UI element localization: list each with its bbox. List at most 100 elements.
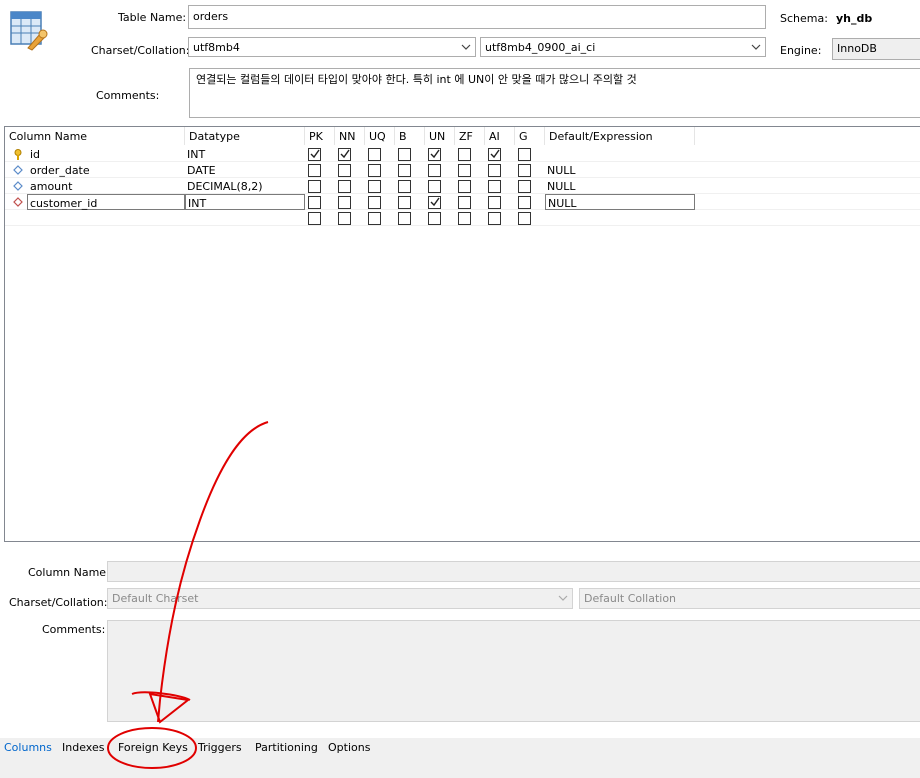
checkbox-zf[interactable]	[458, 196, 471, 209]
grid-header-cell[interactable]: Column Name	[5, 127, 185, 145]
checkbox-zf[interactable]	[458, 212, 471, 225]
checkbox-nn[interactable]	[338, 212, 351, 225]
checkbox-nn[interactable]	[338, 148, 351, 161]
default-expression-cell[interactable]: NULL	[545, 162, 695, 178]
checkbox-g[interactable]	[518, 196, 531, 209]
comments-textarea[interactable]: 연결되는 컬럼들의 데이터 타입이 맞아야 한다. 특히 int 에 UN이 안…	[189, 68, 920, 118]
table-row[interactable]: amount DECIMAL(8,2) NULL	[5, 178, 920, 194]
datatype-cell[interactable]: DECIMAL(8,2)	[185, 178, 305, 194]
tab-options[interactable]: Options	[328, 741, 370, 754]
tab-partitioning[interactable]: Partitioning	[255, 741, 318, 754]
checkbox-pk[interactable]	[308, 180, 321, 193]
datatype-cell[interactable]: INT	[185, 194, 305, 210]
checkbox-pk[interactable]	[308, 164, 321, 177]
grid-header-cell[interactable]: Default/Expression	[545, 127, 695, 145]
tab-foreign-keys[interactable]: Foreign Keys	[118, 741, 188, 754]
column-name-cell[interactable]: customer_id	[27, 194, 185, 210]
checkbox-ai[interactable]	[488, 180, 501, 193]
grid-header-cell[interactable]: UN	[425, 127, 455, 145]
detail-collation-value: Default Collation	[584, 592, 677, 605]
checkbox-nn[interactable]	[338, 180, 351, 193]
column-name-cell[interactable]	[27, 210, 183, 226]
checkbox-pk[interactable]	[308, 148, 321, 161]
tab-columns[interactable]: Columns	[4, 741, 52, 754]
tab-triggers[interactable]: Triggers	[198, 741, 242, 754]
datatype-cell[interactable]: DATE	[185, 162, 305, 178]
collation-select[interactable]: utf8mb4_0900_ai_ci	[480, 37, 766, 57]
checkbox-nn[interactable]	[338, 164, 351, 177]
column-name-cell[interactable]: id	[27, 146, 183, 162]
detail-collation-select[interactable]: Default Collation	[579, 588, 920, 609]
checkbox-pk[interactable]	[308, 212, 321, 225]
checkbox-b[interactable]	[398, 180, 411, 193]
checkbox-g[interactable]	[518, 148, 531, 161]
diamond-red-icon	[13, 197, 23, 210]
checkmark-icon	[340, 149, 350, 159]
checkbox-pk[interactable]	[308, 196, 321, 209]
table-row[interactable]: order_date DATE NULL	[5, 162, 920, 178]
grid-header-cell[interactable]: UQ	[365, 127, 395, 145]
checkbox-ai[interactable]	[488, 196, 501, 209]
checkbox-b[interactable]	[398, 212, 411, 225]
chevron-down-icon	[461, 44, 471, 50]
checkbox-zf[interactable]	[458, 180, 471, 193]
checkbox-uq[interactable]	[368, 196, 381, 209]
grid-header-cell[interactable]: PK	[305, 127, 335, 145]
checkmark-icon	[430, 197, 440, 207]
checkmark-icon	[310, 149, 320, 159]
datatype-cell[interactable]: INT	[185, 146, 305, 162]
grid-header-cell[interactable]: NN	[335, 127, 365, 145]
checkbox-b[interactable]	[398, 164, 411, 177]
checkbox-uq[interactable]	[368, 180, 381, 193]
checkbox-g[interactable]	[518, 212, 531, 225]
checkbox-un[interactable]	[428, 212, 441, 225]
grid-header-cell[interactable]: AI	[485, 127, 515, 145]
checkbox-ai[interactable]	[488, 148, 501, 161]
checkbox-uq[interactable]	[368, 164, 381, 177]
checkbox-b[interactable]	[398, 148, 411, 161]
grid-header-cell[interactable]: B	[395, 127, 425, 145]
detail-charset-select[interactable]: Default Charset	[107, 588, 573, 609]
checkbox-g[interactable]	[518, 164, 531, 177]
engine-select[interactable]: InnoDB	[832, 38, 920, 60]
schema-value: yh_db	[836, 12, 873, 25]
default-expression-cell[interactable]: NULL	[545, 194, 695, 210]
detail-comments-textarea[interactable]	[107, 620, 920, 722]
comments-label: Comments:	[96, 89, 160, 102]
checkbox-uq[interactable]	[368, 212, 381, 225]
checkbox-un[interactable]	[428, 180, 441, 193]
collation-select-value: utf8mb4_0900_ai_ci	[485, 41, 596, 54]
checkbox-nn[interactable]	[338, 196, 351, 209]
table-row[interactable]: id INT	[5, 146, 920, 162]
bottom-tab-bar: Columns Indexes Foreign Keys Triggers Pa…	[0, 738, 920, 778]
chevron-down-icon	[558, 595, 568, 601]
column-name-cell[interactable]: order_date	[27, 162, 183, 178]
default-expression-cell[interactable]	[545, 146, 695, 162]
grid-header-cell[interactable]: G	[515, 127, 545, 145]
charset-select[interactable]: utf8mb4	[188, 37, 476, 57]
columns-grid[interactable]: Column Name Datatype PK NN UQ B UN ZF AI G Default…	[4, 126, 920, 542]
table-row[interactable]: customer_id INT NULL	[5, 194, 920, 210]
charset-select-value: utf8mb4	[193, 41, 240, 54]
checkbox-zf[interactable]	[458, 164, 471, 177]
checkbox-ai[interactable]	[488, 164, 501, 177]
checkbox-ai[interactable]	[488, 212, 501, 225]
checkbox-zf[interactable]	[458, 148, 471, 161]
checkbox-g[interactable]	[518, 180, 531, 193]
tab-indexes[interactable]: Indexes	[62, 741, 104, 754]
grid-header-cell[interactable]: ZF	[455, 127, 485, 145]
checkmark-icon	[430, 149, 440, 159]
default-expression-cell[interactable]	[545, 210, 695, 226]
default-expression-cell[interactable]: NULL	[545, 178, 695, 194]
datatype-cell[interactable]	[185, 210, 305, 226]
table-row[interactable]	[5, 210, 920, 226]
checkbox-b[interactable]	[398, 196, 411, 209]
checkbox-uq[interactable]	[368, 148, 381, 161]
column-name-cell[interactable]: amount	[27, 178, 183, 194]
table-name-input[interactable]: orders	[188, 5, 766, 29]
grid-header-cell[interactable]: Datatype	[185, 127, 305, 145]
checkbox-un[interactable]	[428, 196, 441, 209]
checkbox-un[interactable]	[428, 164, 441, 177]
detail-column-name-input[interactable]	[107, 561, 920, 582]
checkbox-un[interactable]	[428, 148, 441, 161]
